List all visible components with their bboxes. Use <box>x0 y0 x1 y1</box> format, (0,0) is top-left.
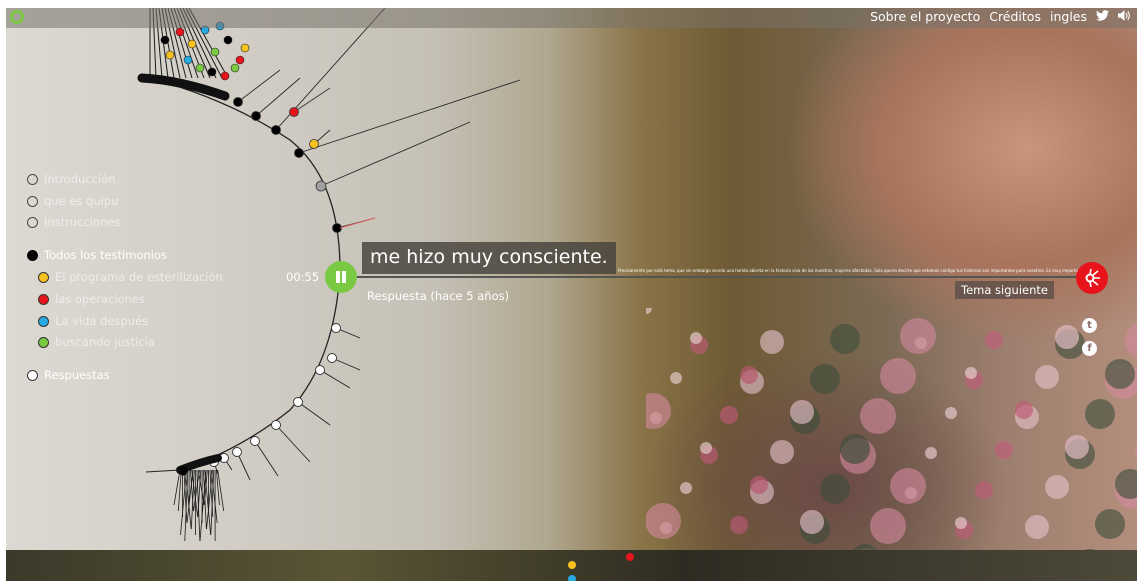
quipu-burst-icon <box>1085 268 1100 288</box>
menu-dot <box>38 336 49 348</box>
subtitle-caption: me hizo muy consciente. <box>362 242 616 274</box>
response-node[interactable] <box>250 436 260 446</box>
menu-item-programa-esterilizacion[interactable]: El programa de esterilización <box>38 270 223 284</box>
bottom-cord <box>184 469 192 530</box>
bottom-end-node[interactable] <box>178 466 188 476</box>
top-bar: Sobre el proyecto Créditos ingles <box>6 8 1137 28</box>
menu-dot <box>38 315 49 327</box>
menu-label: Instrucciones <box>44 215 121 229</box>
quipu-logo-icon[interactable] <box>10 10 24 24</box>
menu-item-que-es-quipu[interactable]: que es quipu <box>27 194 118 208</box>
next-topic-button[interactable] <box>1076 262 1108 294</box>
cluster-node[interactable] <box>235 55 245 65</box>
response-node[interactable] <box>232 447 242 457</box>
playback-time: 00:55 <box>286 270 320 284</box>
menu-label: las operaciones <box>55 292 145 306</box>
next-topic-tooltip: Tema siguiente <box>955 281 1054 299</box>
about-link[interactable]: Sobre el proyecto <box>870 9 980 24</box>
menu-item-las-operaciones[interactable]: las operaciones <box>38 292 145 306</box>
facebook-glyph: f <box>1087 343 1092 354</box>
menu-dot <box>27 216 38 228</box>
menu-label: que es quipu <box>44 194 119 208</box>
cluster-node[interactable] <box>160 35 170 45</box>
cluster-node[interactable] <box>223 35 233 45</box>
response-cord <box>297 401 331 426</box>
twitter-icon[interactable] <box>1096 9 1109 24</box>
language-link[interactable]: ingles <box>1050 9 1087 24</box>
testimony-node[interactable] <box>271 125 281 135</box>
response-node[interactable] <box>327 353 337 363</box>
menu-dot <box>38 293 49 305</box>
response-cord <box>275 424 311 463</box>
menu-item-introduccion[interactable]: Introducción <box>27 172 115 186</box>
response-cord <box>254 440 279 477</box>
menu-item-instrucciones[interactable]: Instrucciones <box>27 215 120 229</box>
bottom-cord <box>204 469 212 536</box>
transcript-ticker: Precisamente por esta tema, que sin emba… <box>618 268 1078 273</box>
cluster-node[interactable] <box>240 43 250 53</box>
menu-item-la-vida-despues[interactable]: La vida después <box>38 314 148 328</box>
bottom-tail-cord <box>145 469 181 473</box>
branch-cord <box>237 69 281 103</box>
credits-link[interactable]: Créditos <box>989 9 1041 24</box>
cluster-node[interactable] <box>187 39 197 49</box>
testimony-node[interactable] <box>289 107 299 117</box>
response-cord <box>319 369 351 389</box>
pause-button[interactable] <box>325 261 357 293</box>
menu-label: La vida después <box>55 314 149 328</box>
bottom-cord <box>217 469 225 512</box>
cluster-node[interactable] <box>183 55 193 65</box>
twitter-share-icon[interactable]: t <box>1082 318 1097 333</box>
bottom-cord <box>216 469 220 506</box>
testimony-node[interactable] <box>233 97 243 107</box>
menu-dot <box>27 249 38 261</box>
response-node[interactable] <box>271 420 281 430</box>
branch-cord <box>320 121 471 187</box>
top-knot-cluster <box>137 73 230 101</box>
menu-item-buscando-justicia[interactable]: buscando justicia <box>38 335 155 349</box>
cluster-node[interactable] <box>175 27 185 37</box>
menu-item-respuestas[interactable]: Respuestas <box>27 368 110 382</box>
testimony-node[interactable] <box>294 148 304 158</box>
twitter-glyph: t <box>1087 320 1092 331</box>
cluster-node[interactable] <box>165 50 175 60</box>
response-node[interactable] <box>293 397 303 407</box>
cluster-node[interactable] <box>230 63 240 73</box>
menu-label: Respuestas <box>44 368 110 382</box>
menu-dot <box>27 369 38 381</box>
menu-label: buscando justicia <box>55 335 155 349</box>
branch-cord <box>298 79 521 154</box>
testimony-node[interactable] <box>315 180 327 192</box>
testimony-node[interactable] <box>309 139 319 149</box>
branch-cord <box>293 87 331 113</box>
cluster-node[interactable] <box>220 71 230 81</box>
menu-dot <box>27 173 38 185</box>
menu-item-todos-los-testimonios[interactable]: Todos los testimonios <box>27 248 167 262</box>
volume-icon[interactable] <box>1118 9 1131 24</box>
cluster-node[interactable] <box>207 67 217 77</box>
menu-label: El programa de esterilización <box>55 270 223 284</box>
cluster-node[interactable] <box>195 63 205 73</box>
active-cord <box>339 217 376 229</box>
menu-dot <box>27 195 38 207</box>
testimony-node[interactable] <box>251 111 261 121</box>
response-node[interactable] <box>315 365 325 375</box>
timeline-bar[interactable] <box>357 276 1077 278</box>
cluster-node[interactable] <box>210 47 220 57</box>
facebook-share-icon[interactable]: f <box>1082 341 1097 356</box>
menu-label: Todos los testimonios <box>44 248 167 262</box>
response-node[interactable] <box>331 323 341 333</box>
menu-label: Introducción <box>44 172 116 186</box>
menu-dot <box>38 271 49 283</box>
response-label: Respuesta (hace 5 años) <box>367 289 510 303</box>
